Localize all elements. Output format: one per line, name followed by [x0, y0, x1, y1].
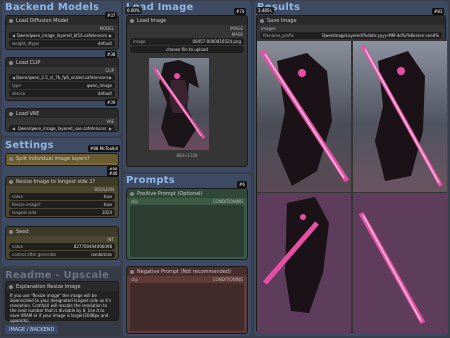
collapse-dot-icon[interactable] — [260, 18, 264, 23]
collapse-dot-icon[interactable] — [9, 229, 13, 234]
negative-prompt-textarea[interactable] — [130, 283, 244, 331]
readme-text: If you use "Resize image" the image will… — [10, 293, 112, 323]
clip-device-combo[interactable]: device default — [9, 90, 115, 97]
image-size-label: 883×1328 — [176, 153, 198, 158]
io-slots[interactable]: clip CONDITIONING — [127, 276, 247, 282]
collapse-dot-icon[interactable] — [9, 111, 13, 116]
mctoolkit-badge: #88 McToolkit — [88, 145, 121, 152]
output-slot-int[interactable]: INT — [6, 236, 118, 242]
collapse-dot-icon[interactable] — [9, 284, 13, 289]
node-header[interactable]: Load Image — [127, 16, 247, 25]
character-art — [358, 211, 426, 325]
node-seed[interactable]: Seed INT value 827700494096098 control af… — [5, 226, 119, 260]
output-slot-mask[interactable]: MASK — [127, 31, 247, 37]
node-header[interactable]: Positive Prompt (Optional) — [127, 189, 247, 198]
node-positive-prompt[interactable]: Positive Prompt (Optional) clip CONDITION… — [126, 188, 248, 260]
node-save-image[interactable]: Save Image images filename_prefix QwenIma… — [256, 15, 447, 333]
clip-name-combo[interactable]: ◀ Qwen/qwen_2.5_vl_7b_fp8_scaled.safetens… — [9, 74, 115, 81]
seed-value-field[interactable]: value 827700494096098 — [9, 243, 115, 250]
progress-badge: 0.00% — [125, 7, 142, 14]
collapse-dot-icon[interactable] — [9, 156, 13, 161]
output-image-3[interactable] — [257, 193, 351, 333]
collapse-dot-icon[interactable] — [130, 269, 134, 274]
output-image-2[interactable] — [353, 41, 447, 192]
node-header[interactable]: Seed — [6, 227, 118, 236]
weight-dtype-combo[interactable]: weight_dtype default — [9, 40, 115, 47]
character-art — [361, 45, 443, 187]
output-image-1[interactable] — [257, 41, 351, 192]
resize-toggle[interactable]: Resize image? true — [9, 201, 115, 208]
node-split-layers[interactable]: Split individual image layers? — [5, 153, 119, 166]
node-header[interactable]: Load CLIP — [6, 58, 118, 67]
node-header[interactable]: Negative Prompt (Not recommended) — [127, 267, 247, 276]
group-title-readme: Readme - Upscale — [5, 270, 110, 281]
node-load-vae[interactable]: Load VAE VAE ◀ Qwen/qwen_image_layered_va… — [5, 108, 119, 132]
collapse-dot-icon[interactable] — [130, 191, 134, 196]
collapse-dot-icon[interactable] — [9, 179, 13, 184]
node-id-badge: #38 — [105, 51, 118, 58]
clip-type-combo[interactable]: type qwen_image — [9, 82, 115, 89]
collapse-dot-icon[interactable] — [130, 18, 134, 23]
node-header[interactable]: Resize Image to longest side 1? — [6, 177, 118, 186]
node-id-badge: #83 — [432, 8, 445, 15]
preview-image — [149, 58, 209, 150]
node-load-clip[interactable]: Load CLIP CLIP ◀ Qwen/qwen_2.5_vl_7b_fp8_… — [5, 57, 119, 101]
upload-button[interactable]: choose file to upload — [130, 46, 244, 53]
collapse-dot-icon[interactable] — [9, 18, 13, 23]
character-art — [263, 197, 329, 313]
node-header[interactable]: Save Image — [257, 16, 445, 25]
character-art — [152, 60, 206, 148]
node-header[interactable]: Load Diffusion Model — [6, 16, 118, 25]
control-after-generate-combo[interactable]: control after generate randomize — [9, 251, 115, 258]
node-id-badge: #6 — [237, 181, 247, 188]
image-backend-chip[interactable]: IMAGE / BACKEND — [5, 325, 59, 334]
group-title-settings: Settings — [5, 140, 54, 151]
node-title: Load Diffusion Model — [16, 17, 69, 24]
group-title-backend: Backend Models — [5, 2, 100, 13]
input-slot-images[interactable]: images — [257, 25, 445, 31]
group-title-prompts: Prompts — [126, 175, 175, 186]
output-slot[interactable]: CLIP — [6, 67, 118, 73]
node-header[interactable]: Explanation Resize Image — [6, 282, 118, 291]
output-slot[interactable]: VAE — [6, 118, 118, 124]
node-id-badge: #37 — [105, 12, 118, 19]
node-resize-image[interactable]: Resize Image to longest side 1? BOOLEAN … — [5, 176, 119, 218]
output-slot[interactable]: MODEL — [6, 25, 118, 31]
filename-prefix-field[interactable]: filename_prefix QwenImageLayered/%date:yy… — [260, 32, 442, 39]
io-slots[interactable]: clip CONDITIONING — [127, 198, 247, 204]
value-toggle[interactable]: value true — [9, 193, 115, 200]
character-art — [259, 49, 350, 186]
node-negative-prompt[interactable]: Negative Prompt (Not recommended) clip CO… — [126, 266, 248, 334]
unet-name-combo[interactable]: ◀ Qwen/qwen_image_layered_bf16.safetensor… — [9, 32, 115, 39]
chevron-left-icon[interactable]: ◀ — [12, 33, 15, 38]
timing-badge: 3.485s — [256, 7, 274, 14]
node-header[interactable]: Split individual image layers? — [6, 154, 118, 163]
positive-prompt-textarea[interactable] — [130, 205, 244, 257]
node-id-badge: #74 — [234, 8, 247, 15]
node-id-badge: #46 — [107, 170, 120, 177]
image-file-combo[interactable]: image 00057-0000816524.png — [130, 38, 244, 45]
output-slot-boolean[interactable]: BOOLEAN — [6, 186, 118, 192]
chevron-right-icon[interactable]: ▶ — [109, 33, 112, 38]
node-id-badge: #39 — [105, 99, 118, 106]
node-readme-note[interactable]: Explanation Resize Image If you use "Res… — [5, 281, 119, 323]
node-header[interactable]: Load VAE — [6, 109, 118, 118]
output-image-4[interactable] — [353, 193, 447, 333]
collapse-dot-icon[interactable] — [9, 60, 13, 65]
longest-side-field[interactable]: longest side 1024 — [9, 209, 115, 216]
node-load-image[interactable]: Load Image IMAGE MASK image 00057-0000816… — [126, 15, 248, 167]
node-load-diffusion-model[interactable]: Load Diffusion Model MODEL ◀ Qwen/qwen_im… — [5, 15, 119, 50]
vae-name-combo[interactable]: ◀ Qwen/qwen_image_layered_vae.safetensors… — [9, 125, 115, 132]
